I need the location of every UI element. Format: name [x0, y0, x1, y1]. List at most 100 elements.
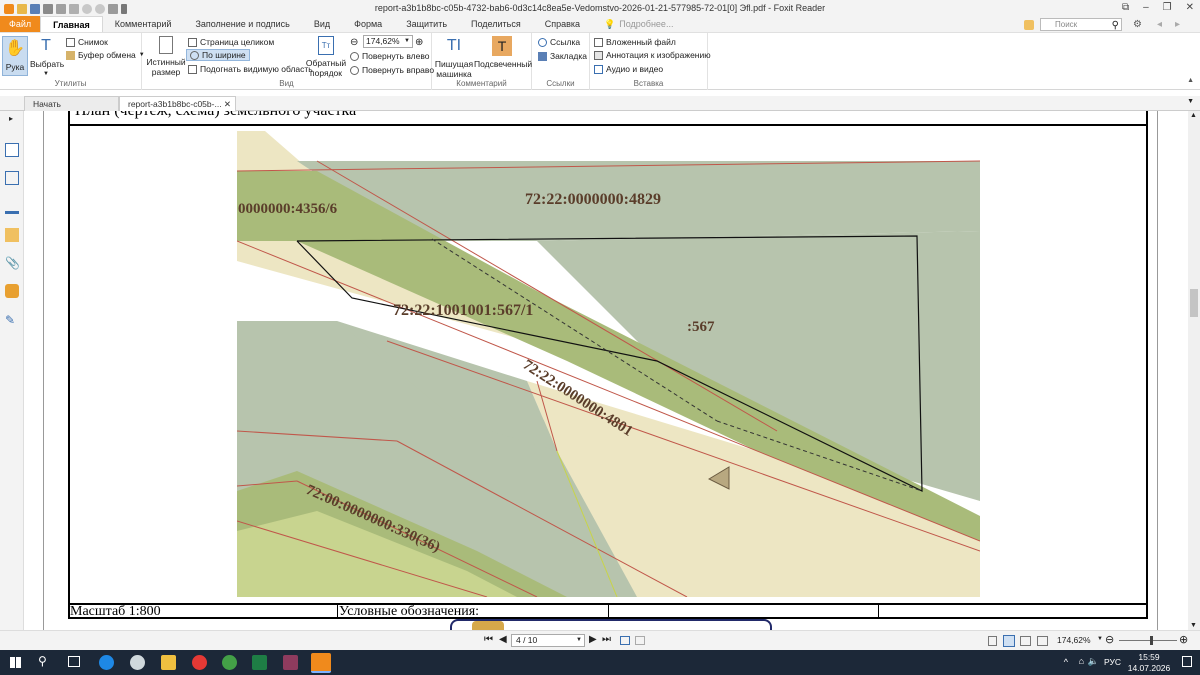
restore-ribbon-button[interactable]: ⧉: [1122, 2, 1129, 13]
keyboard-language[interactable]: РУС: [1104, 657, 1121, 667]
highlight-button[interactable]: T Подсвеченный: [474, 36, 532, 69]
zoom-in-status-icon[interactable]: ⊕: [1179, 633, 1188, 646]
signatures-panel-icon[interactable]: ✎: [5, 313, 19, 327]
settings-gear-icon[interactable]: ⚙: [1133, 19, 1142, 30]
audio-video-button[interactable]: Аудио и видео: [594, 64, 663, 74]
prev-view-icon[interactable]: [620, 636, 630, 645]
continuous-view-icon[interactable]: [1003, 635, 1015, 647]
zoom-combobox[interactable]: 174,62% ▼: [363, 35, 413, 48]
fit-page-button[interactable]: Страница целиком: [188, 37, 274, 47]
menu-tab-view[interactable]: Вид: [302, 16, 342, 32]
select-tool-button[interactable]: T Выбрать ▼: [30, 36, 64, 79]
reverse-order-button[interactable]: Tт Обратный порядок: [304, 36, 348, 78]
menu-tab-share[interactable]: Поделиться: [459, 16, 533, 32]
actual-size-button[interactable]: Истинный размер: [146, 36, 186, 77]
zoom-slider[interactable]: [1119, 640, 1177, 641]
bookmark-button[interactable]: Закладка: [538, 51, 587, 61]
snapshot-button[interactable]: Снимок: [66, 37, 108, 47]
clipboard-button[interactable]: Буфер обмена ▼: [66, 50, 145, 60]
menu-tab-comment[interactable]: Комментарий: [103, 16, 184, 32]
single-page-view-icon[interactable]: [988, 636, 997, 646]
security-panel-icon[interactable]: [5, 284, 19, 298]
page-number-input[interactable]: 4 / 10 ▼: [511, 634, 585, 647]
menu-tab-home[interactable]: Главная: [40, 16, 103, 32]
tab-list-chevron-icon[interactable]: ▼: [1187, 98, 1194, 105]
menu-tab-form[interactable]: Форма: [342, 16, 394, 32]
fit-width-button[interactable]: По ширине: [186, 49, 250, 61]
scroll-up-icon[interactable]: ▲: [1190, 112, 1197, 119]
zoom-chevron-icon[interactable]: ▼: [1097, 636, 1103, 642]
clock-date[interactable]: 14.07.2026: [1127, 663, 1171, 673]
scroll-thumb[interactable]: [1190, 289, 1198, 317]
prev-page-icon[interactable]: ◀: [499, 634, 507, 645]
print-icon[interactable]: [43, 3, 53, 14]
clock-time[interactable]: 15:59: [1131, 652, 1167, 662]
ribbon-collapse-icon[interactable]: ▲: [1187, 77, 1194, 84]
expand-panel-icon[interactable]: ▸: [9, 114, 13, 123]
attachment-button[interactable]: Вложенный файл: [594, 37, 676, 47]
layers-panel-icon[interactable]: [5, 200, 19, 214]
search-icon[interactable]: ⚲: [1112, 20, 1119, 31]
nav-back-icon[interactable]: ◂: [1157, 19, 1162, 30]
tell-me-hint[interactable]: 💡 Подробнее...: [592, 16, 685, 32]
excel-icon[interactable]: [252, 655, 267, 670]
menu-file[interactable]: Файл: [0, 16, 41, 32]
save-icon[interactable]: [30, 3, 40, 14]
vertical-scrollbar[interactable]: ▲ ▼: [1188, 111, 1200, 630]
fit-visible-button[interactable]: Подогнать видимую область: [188, 64, 313, 74]
zoom-percent[interactable]: 174,62%: [1057, 635, 1091, 645]
customize-arrow-icon[interactable]: [121, 3, 127, 14]
rotate-left-button[interactable]: Повернуть влево: [350, 51, 430, 61]
facing-view-icon[interactable]: [1020, 636, 1031, 646]
tray-chevron-icon[interactable]: ^: [1064, 657, 1068, 667]
chrome-icon[interactable]: [222, 655, 237, 670]
image-annotation-button[interactable]: Аннотация к изображению: [594, 50, 711, 60]
link-button[interactable]: Ссылка: [538, 37, 580, 47]
close-button[interactable]: ✕: [1186, 2, 1194, 13]
volume-icon[interactable]: 🔈: [1088, 656, 1099, 667]
zoom-out-status-icon[interactable]: ⊖: [1105, 633, 1114, 646]
maximize-button[interactable]: ❐: [1163, 2, 1172, 13]
search-taskbar-icon[interactable]: ⚲: [38, 654, 47, 668]
typewriter-button[interactable]: TI Пишущая машинка: [434, 36, 474, 79]
foxit-reader-taskbar-icon[interactable]: [311, 653, 331, 673]
email-icon[interactable]: [56, 3, 66, 14]
last-page-icon[interactable]: ⏭: [602, 634, 611, 645]
menu-tab-help[interactable]: Справка: [533, 16, 592, 32]
archiver-icon[interactable]: [283, 655, 298, 670]
pages-panel-icon[interactable]: [5, 171, 19, 185]
scroll-down-icon[interactable]: ▼: [1190, 622, 1197, 629]
continuous-facing-view-icon[interactable]: [1037, 636, 1048, 646]
zoom-slider-thumb[interactable]: [1150, 636, 1153, 645]
window-icon[interactable]: [69, 3, 79, 14]
notifications-icon[interactable]: [1182, 656, 1192, 667]
next-view-icon[interactable]: [635, 636, 645, 645]
start-windows-icon[interactable]: [10, 657, 21, 668]
undo-icon[interactable]: [82, 3, 92, 14]
open-icon[interactable]: [17, 3, 27, 14]
redo-icon[interactable]: [95, 3, 105, 14]
rotate-right-button[interactable]: Повернуть вправо: [350, 65, 434, 75]
hand-tool-button[interactable]: ✋ Рука: [2, 36, 28, 76]
menu-tab-protect[interactable]: Защитить: [394, 16, 459, 32]
chat-app-icon[interactable]: [130, 655, 145, 670]
task-view-icon[interactable]: [68, 656, 80, 667]
zoom-in-icon[interactable]: ⊕: [415, 37, 423, 48]
bookmarks-panel-icon[interactable]: [5, 143, 19, 157]
tab-document[interactable]: report-a3b1b8bc-c05b-... ✕: [119, 96, 236, 111]
search-input[interactable]: Поиск: [1040, 18, 1122, 31]
next-page-icon[interactable]: ▶: [589, 634, 597, 645]
document-view[interactable]: План (чертеж, схема) земельного участка: [25, 111, 1188, 630]
menu-tab-fill-sign[interactable]: Заполнение и подпись: [183, 16, 301, 32]
edge-browser-icon[interactable]: [99, 655, 114, 670]
comments-panel-icon[interactable]: [5, 228, 19, 242]
minimize-button[interactable]: –: [1143, 2, 1149, 13]
hand-tool-small-icon[interactable]: [108, 3, 118, 14]
tab-start[interactable]: Начать: [24, 96, 119, 111]
network-icon[interactable]: ⌂: [1079, 656, 1084, 666]
first-page-icon[interactable]: ⏮: [484, 634, 493, 645]
zoom-out-icon[interactable]: ⊖: [350, 37, 358, 48]
attachments-panel-icon[interactable]: 📎: [5, 256, 20, 270]
viewer-app-icon[interactable]: [192, 655, 207, 670]
close-icon[interactable]: ✕: [224, 99, 231, 110]
